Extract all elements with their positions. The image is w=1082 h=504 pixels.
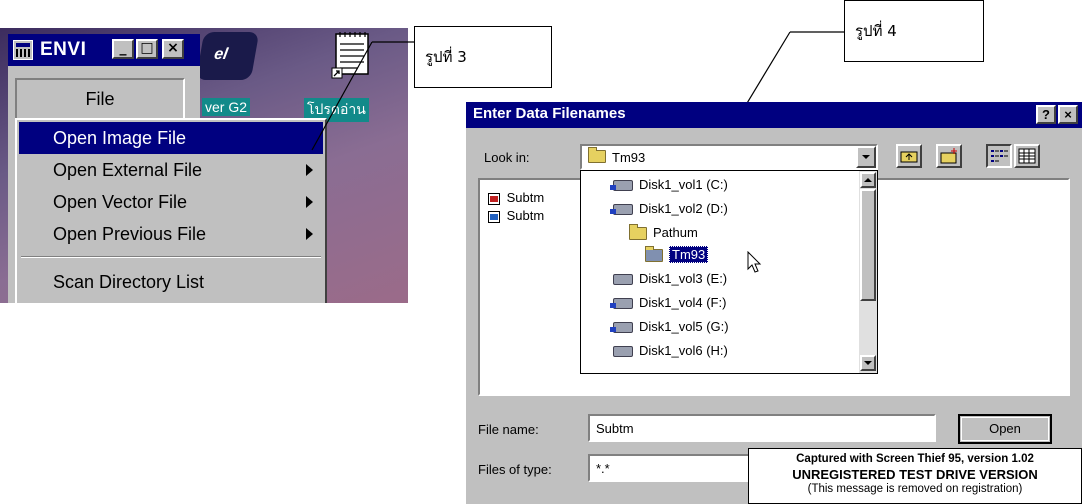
enter-data-filenames-dialog: Enter Data Filenames ? × Look in: Tm93 S… [466,102,1082,504]
look-in-label: Look in: [484,150,530,165]
open-button[interactable]: Open [958,414,1052,444]
new-folder-icon [940,148,957,164]
list-view-icon [991,150,1008,162]
dropdown-scrollbar[interactable] [859,171,877,373]
folder-up-icon [900,151,918,163]
image-file-icon [488,192,500,205]
tree-item-disk1-vol4[interactable]: Disk1_vol4 (F:) [610,295,726,310]
look-in-combobox[interactable]: Tm93 [580,144,878,170]
look-in-value: Tm93 [612,150,646,165]
folder-icon [588,147,606,164]
mouse-pointer-icon [747,251,762,273]
tree-item-tm93[interactable]: Tm93 [645,246,709,263]
tree-item-pathum[interactable]: Pathum [629,224,698,241]
file-name-input[interactable]: Subtm [588,414,936,442]
file-name-label: File name: [478,422,539,437]
file-list-item[interactable]: Subtm [488,208,544,223]
help-button[interactable]: ? [1036,105,1056,124]
dialog-titlebar[interactable]: Enter Data Filenames ? × [466,102,1082,128]
file-list-item[interactable]: Subtm [488,190,544,205]
dialog-title: Enter Data Filenames [473,105,626,122]
tree-item-disk1-vol3[interactable]: Disk1_vol3 (E:) [613,271,727,286]
files-of-type-label: Files of type: [478,462,552,477]
new-folder-button[interactable] [936,144,962,168]
scroll-down-button[interactable] [860,355,876,371]
header-file-icon [488,210,500,223]
scroll-up-button[interactable] [860,172,876,188]
tree-item-disk1-vol6[interactable]: Disk1_vol6 (H:) [613,343,728,358]
tree-item-disk1-vol5[interactable]: Disk1_vol5 (G:) [610,319,729,334]
scroll-thumb[interactable] [860,189,876,301]
up-one-level-button[interactable] [896,144,922,168]
screen-thief-watermark: Captured with Screen Thief 95, version 1… [748,448,1082,504]
details-view-icon [1018,148,1036,164]
combobox-dropdown-button[interactable] [856,146,876,168]
look-in-dropdown-list[interactable]: Disk1_vol1 (C:) Disk1_vol2 (D:) Pathum T… [580,170,878,374]
tree-item-disk1-vol1[interactable]: Disk1_vol1 (C:) [610,177,728,192]
details-view-button[interactable] [1014,144,1040,168]
list-view-button[interactable] [986,144,1012,168]
tree-item-disk1-vol2[interactable]: Disk1_vol2 (D:) [610,201,728,216]
dialog-close-button[interactable]: × [1058,105,1078,124]
